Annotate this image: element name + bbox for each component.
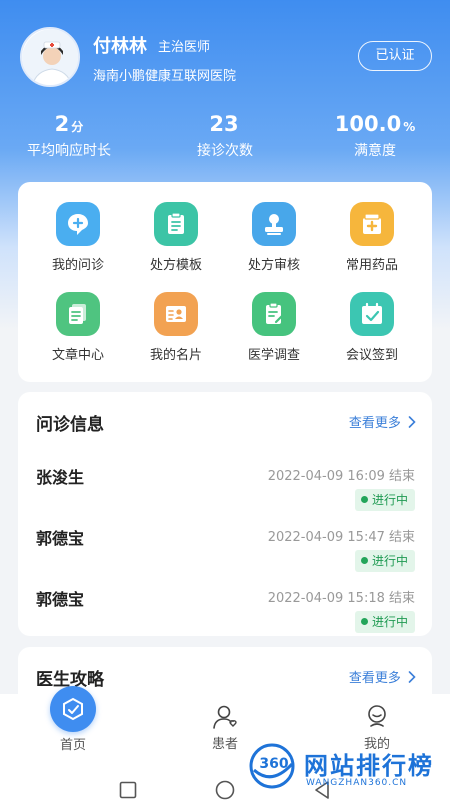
patient-icon (211, 703, 239, 731)
status-dot-icon (360, 557, 368, 564)
status-badge: 进行中 (354, 611, 415, 633)
feature-prescription-review[interactable]: 处方审核 (229, 202, 319, 273)
stat-value: 100.0 (334, 112, 402, 136)
doctor-title: 主治医师 (158, 40, 211, 55)
consultation-time: 2022-04-09 15:18 结束 (267, 591, 415, 606)
watermark-logo-text: 360 (259, 756, 289, 772)
feature-label: 会议签到 (345, 348, 398, 363)
profile-icon (363, 703, 391, 731)
doctor-guide-see-more-link[interactable]: 查看更多 (349, 667, 416, 686)
feature-common-medicines[interactable]: 常用药品 (327, 202, 417, 273)
feature-medical-survey[interactable]: 医学调查 (229, 292, 319, 363)
status-label: 进行中 (371, 615, 408, 629)
tab-home[interactable]: 首页 (13, 686, 133, 753)
recent-apps-icon[interactable] (119, 781, 137, 799)
consultation-section-title: 问诊信息 (36, 415, 104, 435)
feature-label: 我的问诊 (51, 258, 104, 273)
calendar-check-icon (350, 292, 394, 336)
site-watermark: 360 网站排行榜 WANGZHAN360.CN (248, 740, 448, 796)
see-more-label: 查看更多 (348, 671, 401, 686)
stat-response-time: 2分 平均响应时长 (14, 112, 124, 160)
feature-prescription-templates[interactable]: 处方模板 (131, 202, 221, 273)
status-label: 进行中 (371, 493, 408, 507)
doctor-avatar[interactable] (20, 27, 80, 87)
stat-label: 接诊次数 (197, 143, 253, 159)
stat-value: 23 (209, 112, 239, 136)
consultation-info-card: 问诊信息 查看更多 张浚生 2022-04-09 16:09 结束 进行中 郭德… (18, 392, 432, 636)
feature-label: 处方模板 (149, 258, 202, 273)
consultation-see-more-link[interactable]: 查看更多 (349, 412, 416, 431)
feature-my-consultations[interactable]: 我的问诊 (33, 202, 123, 273)
medicine-box-icon (350, 202, 394, 246)
feature-label: 处方审核 (247, 258, 300, 273)
verified-button[interactable]: 已认证 (358, 41, 432, 71)
patient-name: 郭德宝 (36, 590, 85, 609)
feature-label: 医学调查 (247, 348, 300, 363)
patient-name: 郭德宝 (36, 529, 85, 548)
doctor-name: 付林林 (93, 36, 147, 57)
consultation-time: 2022-04-09 16:09 结束 (267, 469, 415, 484)
stamp-icon (252, 202, 296, 246)
home-circle-icon[interactable] (215, 780, 235, 800)
feature-my-business-card[interactable]: 我的名片 (131, 292, 221, 363)
consultation-time: 2022-04-09 15:47 结束 (267, 530, 415, 545)
consultation-row[interactable]: 郭德宝 2022-04-09 15:18 结束 进行中 (18, 580, 432, 641)
status-dot-icon (360, 496, 368, 503)
feature-label: 我的名片 (149, 348, 202, 363)
watermark-name: 网站排行榜 (304, 752, 434, 780)
business-card-icon (154, 292, 198, 336)
status-dot-icon (360, 618, 368, 625)
stat-unit: % (403, 120, 416, 134)
chevron-right-icon (408, 416, 416, 428)
chevron-right-icon (408, 671, 416, 683)
home-icon (50, 686, 96, 732)
status-badge: 进行中 (354, 489, 415, 511)
document-icon (56, 292, 100, 336)
doctor-hospital: 海南小鹏健康互联网医院 (93, 69, 237, 84)
stat-consult-count: 23 接诊次数 (170, 112, 280, 160)
feature-label: 常用药品 (345, 258, 398, 273)
stat-unit: 分 (71, 120, 84, 134)
clipboard-icon (154, 202, 198, 246)
watermark-url: WANGZHAN360.CN (306, 778, 408, 788)
see-more-label: 查看更多 (348, 416, 401, 431)
stat-label: 满意度 (354, 143, 396, 159)
patient-name: 张浚生 (36, 468, 85, 487)
feature-label: 文章中心 (51, 348, 104, 363)
feature-meeting-checkin[interactable]: 会议签到 (327, 292, 417, 363)
tab-label: 首页 (59, 738, 86, 753)
consultation-row[interactable]: 郭德宝 2022-04-09 15:47 结束 进行中 (18, 519, 432, 580)
stat-satisfaction: 100.0% 满意度 (320, 112, 430, 160)
stat-value: 2 (54, 112, 70, 136)
consultation-row[interactable]: 张浚生 2022-04-09 16:09 结束 进行中 (18, 458, 432, 519)
survey-icon (252, 292, 296, 336)
feature-article-center[interactable]: 文章中心 (33, 292, 123, 363)
feature-grid: 我的问诊 处方模板 处方审核 常用药品 文章中心 我的名片 医学调查 会议签到 (18, 182, 432, 382)
stat-label: 平均响应时长 (27, 143, 111, 159)
status-label: 进行中 (371, 554, 408, 568)
chat-plus-icon (56, 202, 100, 246)
status-badge: 进行中 (354, 550, 415, 572)
